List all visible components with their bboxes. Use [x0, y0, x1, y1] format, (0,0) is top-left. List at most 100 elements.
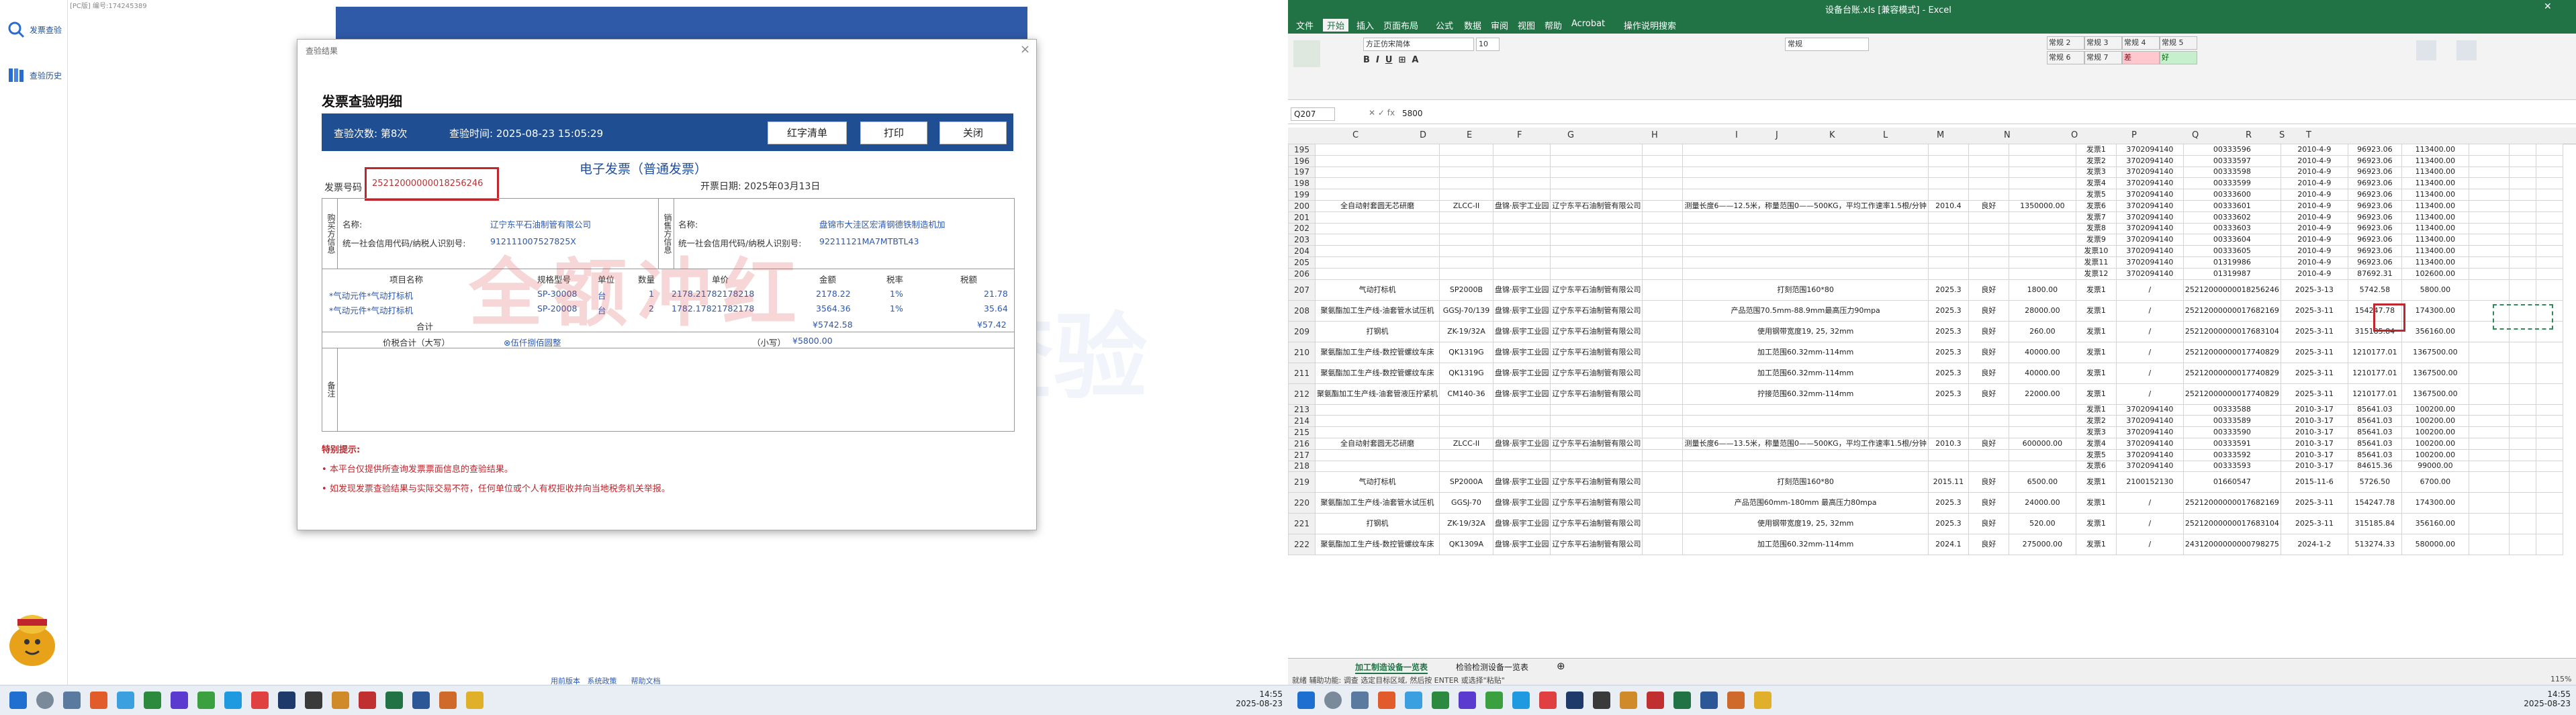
tab-help[interactable]: 帮助 [1545, 19, 1562, 32]
cell-D[interactable] [1438, 415, 1493, 428]
cell-N[interactable]: 25212000000017740829 [2182, 383, 2281, 405]
cell-P[interactable]: 513274.33 [2347, 534, 2402, 556]
cell-H[interactable]: 打刻范围160*80 [1682, 471, 1929, 493]
cell-D[interactable] [1438, 403, 1493, 416]
cell-O[interactable]: 2010-4-9 [2280, 245, 2348, 257]
cell-T[interactable] [2535, 362, 2563, 384]
cell-K[interactable]: 40000.00 [2008, 341, 2076, 363]
cell-O[interactable]: 2010-3-17 [2280, 415, 2348, 428]
cell-I[interactable] [1927, 245, 1969, 257]
cell-C[interactable]: 聚氨酯加工生产线-数控管螺纹车床 [1315, 362, 1440, 384]
cell-N[interactable]: 25212000000017682169 [2182, 492, 2281, 514]
cell-P[interactable]: 1210177.01 [2347, 341, 2402, 363]
cell-D[interactable]: GGSJ-70 [1438, 492, 1493, 514]
cell-G[interactable] [1642, 320, 1684, 342]
column-header[interactable]: I [1735, 130, 1738, 140]
cell-O[interactable]: 2010-4-9 [2280, 256, 2348, 269]
cell-C[interactable] [1315, 166, 1440, 179]
cell-O[interactable]: 2010-4-9 [2280, 199, 2348, 212]
table-row[interactable]: 221 打钢机 ZK-19/32A 盘锦·辰宇工业园 辽宁东平石油制管有限公司 使用钢带宽… [1288, 513, 2563, 535]
cell-J[interactable] [1968, 403, 2009, 416]
taskview-icon[interactable] [63, 692, 81, 709]
cell-T[interactable] [2535, 341, 2563, 363]
zoom-level[interactable]: 115% [2550, 675, 2571, 683]
app-icon[interactable] [117, 692, 134, 709]
style-normal2[interactable]: 常规 2 [2047, 36, 2084, 50]
cell-D[interactable] [1438, 177, 1493, 190]
cell-Q[interactable]: 113400.00 [2401, 166, 2469, 179]
cell-F[interactable]: 辽宁东平石油制管有限公司 [1550, 534, 1643, 556]
cell-N[interactable]: 00333592 [2182, 448, 2281, 461]
cell-D[interactable]: SP2000A [1438, 471, 1493, 493]
app-icon[interactable] [144, 692, 161, 709]
row-header[interactable]: 219 [1288, 471, 1316, 493]
cell-T[interactable] [2535, 256, 2563, 269]
cell-J[interactable] [1968, 144, 2009, 156]
cell-H[interactable] [1682, 426, 1929, 438]
cell-I[interactable] [1927, 256, 1969, 269]
cell-T[interactable] [2535, 279, 2563, 301]
cell-Q[interactable]: 1367500.00 [2401, 341, 2469, 363]
cell-K[interactable]: 600000.00 [2008, 437, 2076, 450]
cell-M[interactable]: / [2115, 279, 2184, 301]
cell-S[interactable] [2508, 513, 2536, 535]
cell-E[interactable] [1492, 460, 1551, 473]
font-format-buttons[interactable]: B I U ⊞ A [1363, 55, 1565, 68]
style-normal4[interactable]: 常规 4 [2122, 36, 2160, 50]
cell-I[interactable] [1927, 267, 1969, 280]
cell-T[interactable] [2535, 437, 2563, 450]
app-icon[interactable] [1512, 692, 1530, 709]
cell-Q[interactable]: 113400.00 [2401, 245, 2469, 257]
cell-O[interactable]: 2025-3-11 [2280, 492, 2348, 514]
cell-D[interactable] [1438, 426, 1493, 438]
cell-R[interactable] [2468, 279, 2510, 301]
cell-H[interactable] [1682, 222, 1929, 235]
column-header[interactable]: N [2004, 130, 2011, 140]
cell-I[interactable] [1927, 144, 1969, 156]
column-header[interactable]: F [1517, 130, 1522, 140]
cell-S[interactable] [2508, 245, 2536, 257]
cell-S[interactable] [2508, 403, 2536, 416]
cell-I[interactable] [1927, 222, 1969, 235]
app-icon[interactable] [1593, 692, 1610, 709]
cell-O[interactable]: 2010-3-17 [2280, 426, 2348, 438]
cell-P[interactable]: 96923.06 [2347, 189, 2402, 201]
cell-H[interactable]: 加工范围60.32mm-114mm [1682, 534, 1929, 556]
cell-J[interactable]: 良好 [1968, 383, 2009, 405]
cell-G[interactable] [1642, 279, 1684, 301]
cell-Q[interactable]: 1367500.00 [2401, 383, 2469, 405]
cell-R[interactable] [2468, 245, 2510, 257]
cell-L[interactable]: 发票1 [2075, 341, 2117, 363]
table-row[interactable]: 214 发票2 3702094140 00333589 2010-3-17 85641.0… [1288, 415, 2563, 428]
row-header[interactable]: 200 [1288, 199, 1316, 212]
cell-T[interactable] [2535, 189, 2563, 201]
cell-M[interactable]: / [2115, 534, 2184, 556]
style-good[interactable]: 好 [2160, 51, 2197, 64]
cell-D[interactable]: QK1319G [1438, 341, 1493, 363]
row-header[interactable]: 206 [1288, 267, 1316, 280]
taskview-icon[interactable] [1351, 692, 1369, 709]
cell-N[interactable]: 24312000000000798275 [2182, 534, 2281, 556]
cell-Q[interactable]: 100200.00 [2401, 437, 2469, 450]
browser-icon[interactable] [1378, 692, 1395, 709]
spreadsheet-grid[interactable]: 195 发票1 3702094140 00333596 2010-4-9 96923.06… [1288, 144, 2564, 656]
style-normal5[interactable]: 常规 5 [2160, 36, 2197, 50]
row-header[interactable]: 208 [1288, 299, 1316, 322]
tell-me-search[interactable]: 操作说明搜索 [1624, 19, 1676, 32]
cell-E[interactable]: 盘锦·辰宇工业园 [1492, 362, 1551, 384]
cell-R[interactable] [2468, 234, 2510, 246]
cell-T[interactable] [2535, 211, 2563, 224]
cell-D[interactable] [1438, 144, 1493, 156]
cell-C[interactable] [1315, 245, 1440, 257]
cell-O[interactable]: 2010-4-9 [2280, 189, 2348, 201]
cell-O[interactable]: 2010-4-9 [2280, 211, 2348, 224]
row-header[interactable]: 213 [1288, 403, 1316, 416]
cell-S[interactable] [2508, 211, 2536, 224]
cell-N[interactable]: 00333597 [2182, 154, 2281, 167]
cell-D[interactable] [1438, 256, 1493, 269]
table-row[interactable]: 208 聚氨酯加工生产线-油套管水试压机 GGSJ-70/139 盘锦·辰宇工业园 辽宁… [1288, 299, 2563, 322]
status-link[interactable]: 用前版本 [551, 677, 580, 685]
app-icon[interactable] [1432, 692, 1449, 709]
cell-P[interactable]: 85641.03 [2347, 415, 2402, 428]
cell-L[interactable]: 发票4 [2075, 177, 2117, 190]
